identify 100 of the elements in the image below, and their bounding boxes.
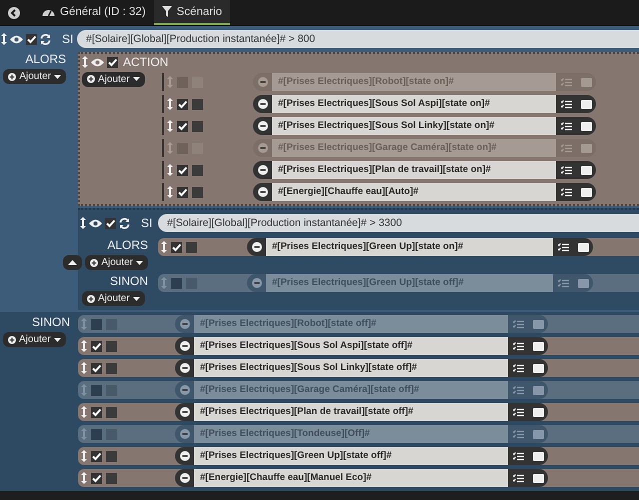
checkbox[interactable] bbox=[91, 384, 102, 396]
drag-handle-icon[interactable] bbox=[80, 217, 86, 229]
card-icon[interactable] bbox=[532, 342, 544, 350]
minus-circle-icon[interactable] bbox=[252, 242, 262, 252]
checklist-icon[interactable] bbox=[560, 78, 572, 86]
checkbox[interactable] bbox=[171, 242, 182, 252]
minus-circle-icon[interactable] bbox=[180, 451, 190, 461]
minus-circle-icon[interactable] bbox=[258, 165, 268, 175]
checkbox[interactable] bbox=[107, 56, 118, 68]
drag-handle-icon[interactable] bbox=[167, 120, 173, 132]
checkbox[interactable] bbox=[106, 406, 117, 418]
minus-circle-icon[interactable] bbox=[258, 121, 268, 131]
drag-handle-icon[interactable] bbox=[167, 76, 173, 88]
checklist-icon[interactable] bbox=[512, 320, 524, 328]
condition-field[interactable]: #[Solaire][Global][Production instantanée]# > 800 bbox=[77, 30, 639, 48]
checkbox[interactable] bbox=[91, 450, 102, 462]
checkbox[interactable] bbox=[192, 186, 203, 198]
expression-field[interactable]: #[Prises Electriques][Sous Sol Linky][state on]# bbox=[272, 117, 556, 135]
condition-field[interactable]: #[Solaire][Global][Production instantanée]# > 3300 bbox=[158, 214, 639, 232]
add-button[interactable]: Ajouter bbox=[82, 291, 145, 306]
add-button[interactable]: Ajouter bbox=[3, 332, 66, 347]
drag-handle-icon[interactable] bbox=[167, 164, 173, 176]
eye-icon[interactable] bbox=[89, 218, 102, 228]
refresh-icon[interactable] bbox=[119, 218, 130, 228]
drag-handle-icon[interactable] bbox=[81, 362, 87, 374]
expression-field[interactable]: #[Prises Electriques][Sous Sol Aspi][state off]# bbox=[194, 337, 508, 355]
drag-handle-icon[interactable] bbox=[161, 241, 167, 253]
drag-handle-icon[interactable] bbox=[81, 450, 87, 462]
card-icon[interactable] bbox=[532, 364, 544, 372]
checkbox[interactable] bbox=[91, 362, 102, 374]
expression-field[interactable]: #[Prises Electriques][Plan de travail][state off]# bbox=[194, 403, 508, 421]
add-button[interactable]: Ajouter bbox=[82, 72, 145, 86]
expression-field[interactable]: #[Prises Electriques][Sous Sol Linky][state off]# bbox=[194, 359, 508, 377]
checkbox[interactable] bbox=[91, 318, 102, 330]
checklist-icon[interactable] bbox=[512, 430, 524, 438]
drag-handle-icon[interactable] bbox=[81, 318, 87, 330]
card-icon[interactable] bbox=[532, 452, 544, 460]
card-icon[interactable] bbox=[580, 122, 592, 130]
checkbox[interactable] bbox=[91, 472, 102, 484]
expression-field[interactable]: #[Prises Electriques][Plan de travail][state on]# bbox=[272, 161, 556, 179]
checkbox[interactable] bbox=[177, 98, 188, 110]
checkbox[interactable] bbox=[192, 98, 203, 110]
checkbox[interactable] bbox=[106, 450, 117, 462]
expression-field[interactable]: #[Energie][Chauffe eau][Manuel Eco]# bbox=[194, 469, 508, 487]
drag-handle-icon[interactable] bbox=[81, 472, 87, 484]
drag-handle-icon[interactable] bbox=[82, 56, 88, 68]
eye-icon[interactable] bbox=[91, 58, 104, 66]
tab[interactable]: Scénario bbox=[154, 0, 230, 25]
minus-circle-icon[interactable] bbox=[180, 363, 190, 373]
checkbox[interactable] bbox=[171, 278, 182, 288]
checkbox[interactable] bbox=[91, 340, 102, 352]
checklist-icon[interactable] bbox=[558, 278, 568, 288]
minus-circle-icon[interactable] bbox=[180, 407, 190, 417]
caret-icon bbox=[54, 74, 61, 78]
checkbox[interactable] bbox=[192, 120, 203, 132]
card-icon[interactable] bbox=[532, 474, 544, 482]
card-icon[interactable] bbox=[580, 166, 592, 174]
card-icon[interactable] bbox=[532, 408, 544, 416]
card-icon[interactable] bbox=[580, 100, 592, 108]
checkbox[interactable] bbox=[106, 362, 117, 374]
drag-handle-icon[interactable] bbox=[161, 277, 167, 289]
minus-circle-icon[interactable] bbox=[180, 341, 190, 351]
drag-handle-icon[interactable] bbox=[167, 98, 173, 110]
expression-field[interactable]: #[Prises Electriques][Green Up][state off]# bbox=[194, 447, 508, 465]
minus-circle-icon[interactable] bbox=[258, 99, 268, 109]
plus-circle-icon bbox=[87, 294, 95, 302]
expression-field[interactable]: #[Prises Electriques][Green Up][state on]# bbox=[266, 238, 553, 256]
expression-field[interactable]: #[Prises Electriques][Sous Sol Aspi][state on]# bbox=[272, 95, 556, 113]
add-button[interactable]: Ajouter bbox=[85, 255, 148, 270]
checkbox[interactable] bbox=[91, 406, 102, 418]
checkbox[interactable] bbox=[106, 472, 117, 484]
checkbox[interactable] bbox=[192, 164, 203, 176]
checklist-icon[interactable] bbox=[512, 386, 524, 394]
drag-handle-icon[interactable] bbox=[167, 142, 173, 154]
minus-circle-icon[interactable] bbox=[258, 187, 268, 197]
checkbox[interactable] bbox=[177, 186, 188, 198]
minus-circle-icon[interactable] bbox=[180, 473, 190, 483]
eye-icon[interactable] bbox=[10, 34, 23, 44]
refresh-icon[interactable] bbox=[40, 34, 51, 44]
checkbox[interactable] bbox=[177, 164, 188, 176]
drag-handle-icon[interactable] bbox=[81, 406, 87, 418]
caret-icon bbox=[136, 260, 143, 264]
expression-field[interactable]: #[Energie][Chauffe eau][Auto]# bbox=[272, 183, 556, 201]
drag-handle-icon[interactable] bbox=[1, 33, 7, 45]
checkbox[interactable] bbox=[26, 34, 37, 44]
drag-handle-icon[interactable] bbox=[81, 428, 87, 440]
drag-handle-icon[interactable] bbox=[81, 340, 87, 352]
collapse-button[interactable] bbox=[63, 255, 82, 270]
checkbox[interactable] bbox=[186, 242, 197, 252]
checklist-icon[interactable] bbox=[560, 144, 572, 152]
tab[interactable]: Général (ID : 32) bbox=[34, 0, 154, 25]
checkbox[interactable] bbox=[105, 218, 116, 228]
checkbox[interactable] bbox=[106, 340, 117, 352]
card-icon[interactable] bbox=[580, 188, 592, 196]
card-icon[interactable] bbox=[578, 242, 588, 252]
checkbox[interactable] bbox=[177, 120, 188, 132]
add-button[interactable]: Ajouter bbox=[3, 69, 66, 84]
drag-handle-icon[interactable] bbox=[167, 186, 173, 198]
checkbox[interactable] bbox=[91, 428, 102, 440]
drag-handle-icon[interactable] bbox=[81, 384, 87, 396]
